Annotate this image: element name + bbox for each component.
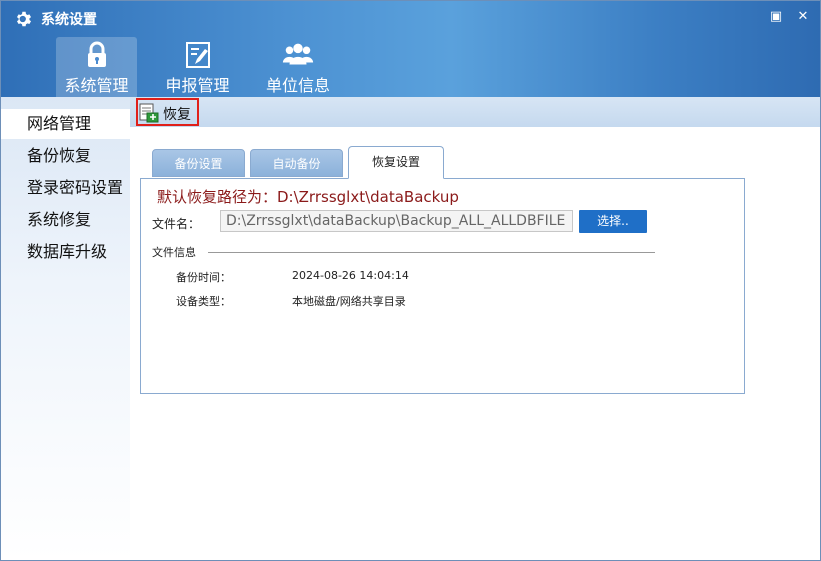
restore-button[interactable]: 恢复 bbox=[136, 98, 199, 126]
nav-system-management[interactable]: 系统管理 bbox=[56, 37, 137, 97]
window-header: 系统设置 ▣ ✕ 系统管理 申报管理 单位信息 bbox=[1, 1, 820, 97]
window-title: 系统设置 bbox=[41, 12, 97, 28]
edit-document-icon bbox=[185, 42, 210, 68]
group-divider bbox=[208, 252, 655, 253]
sidebar: 网络管理 备份恢复 登录密码设置 系统修复 数据库升级 bbox=[1, 97, 130, 560]
maximize-button[interactable]: ▣ bbox=[768, 9, 784, 25]
users-icon bbox=[282, 43, 314, 65]
gear-icon bbox=[16, 11, 32, 27]
nav-declaration-management[interactable]: 申报管理 bbox=[159, 37, 236, 97]
backup-time-value: 2024-08-26 14:04:14 bbox=[292, 269, 409, 282]
tab-auto-backup[interactable]: 自动备份 bbox=[250, 149, 343, 177]
sidebar-item-backup-restore[interactable]: 备份恢复 bbox=[1, 141, 130, 171]
default-restore-path: 默认恢复路径为：D:\Zrrssglxt\dataBackup bbox=[157, 188, 459, 206]
file-info-group-label: 文件信息 bbox=[152, 246, 196, 259]
sidebar-item-system-repair[interactable]: 系统修复 bbox=[1, 205, 130, 235]
tab-backup-settings[interactable]: 备份设置 bbox=[152, 149, 245, 177]
restore-label: 恢复 bbox=[163, 107, 191, 123]
nav-label: 申报管理 bbox=[165, 76, 230, 95]
backup-time-label: 备份时间： bbox=[176, 271, 231, 284]
device-type-label: 设备类型： bbox=[176, 295, 231, 308]
browse-button[interactable]: 选择.. bbox=[579, 210, 647, 233]
nav-unit-info[interactable]: 单位信息 bbox=[259, 37, 337, 97]
restore-database-icon bbox=[139, 103, 159, 123]
filename-input[interactable]: D:\Zrrssglxt\dataBackup\Backup_ALL_ALLDB… bbox=[220, 210, 573, 232]
settings-window: 系统设置 ▣ ✕ 系统管理 申报管理 单位信息 网络管理 备份恢复 登录密码设置… bbox=[0, 0, 821, 561]
sidebar-item-network[interactable]: 网络管理 bbox=[1, 109, 130, 139]
toolbar bbox=[130, 97, 820, 127]
nav-label: 单位信息 bbox=[265, 76, 330, 95]
nav-label: 系统管理 bbox=[64, 76, 129, 95]
tab-restore-settings[interactable]: 恢复设置 bbox=[348, 146, 444, 179]
lock-icon bbox=[87, 41, 106, 67]
close-button[interactable]: ✕ bbox=[795, 9, 811, 25]
device-type-value: 本地磁盘/网络共享目录 bbox=[292, 295, 406, 308]
filename-label: 文件名： bbox=[152, 217, 201, 231]
sidebar-item-database-upgrade[interactable]: 数据库升级 bbox=[1, 237, 130, 267]
sidebar-item-login-password[interactable]: 登录密码设置 bbox=[1, 173, 130, 203]
